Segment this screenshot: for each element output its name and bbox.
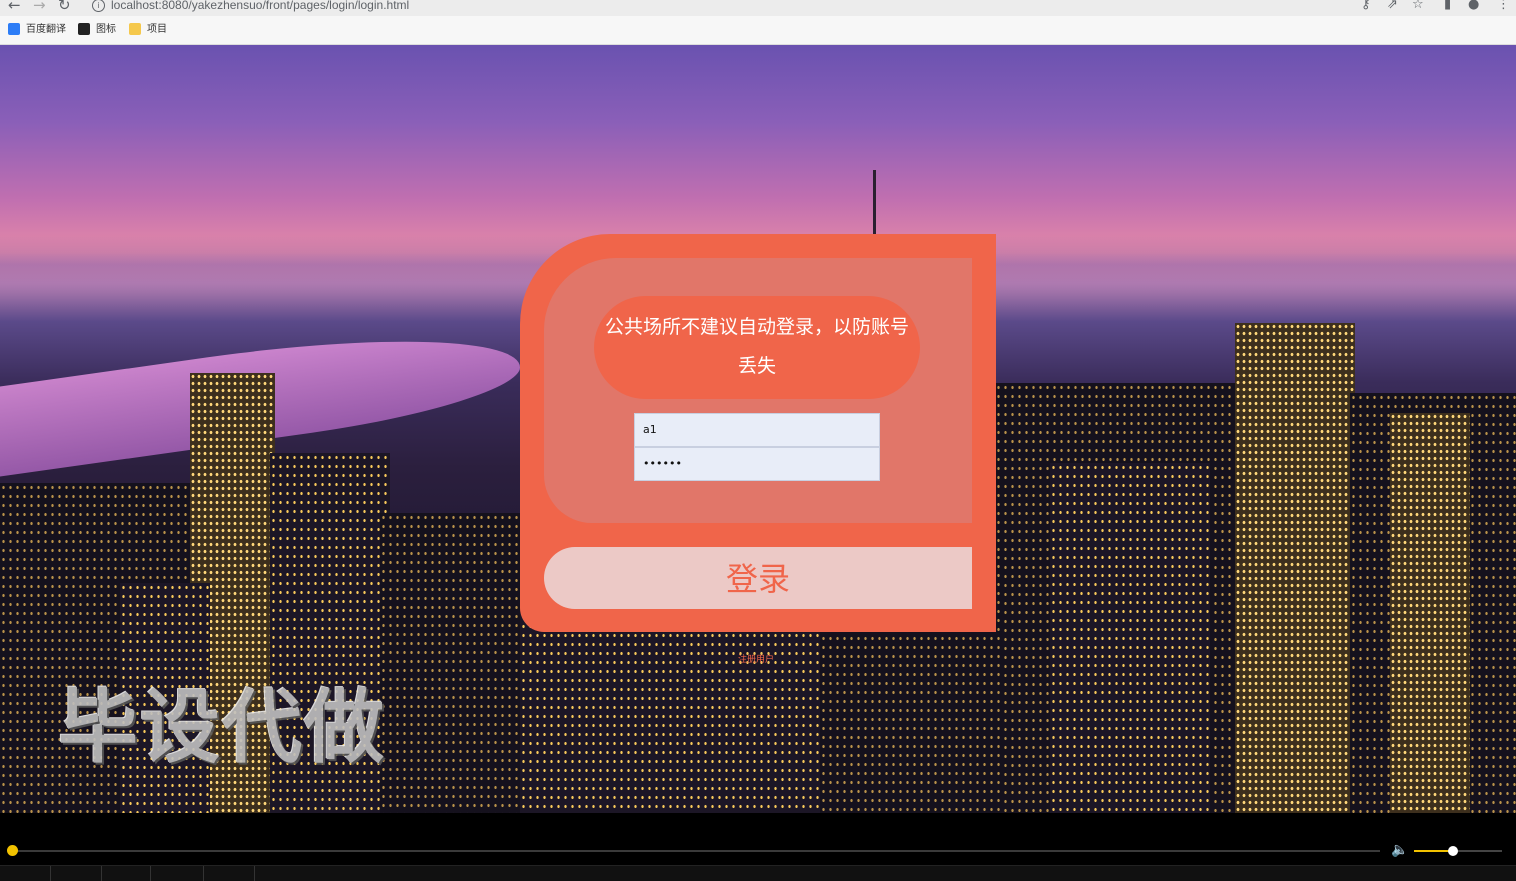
site-info-icon[interactable]: i — [92, 0, 105, 13]
video-player-controls: 🔈 — [0, 813, 1516, 881]
player-button[interactable] — [0, 866, 51, 881]
username-input[interactable]: a1 — [634, 413, 880, 447]
bookmarks-bar: 百度翻译 图标 项目 — [0, 16, 1516, 45]
seek-handle[interactable] — [7, 845, 18, 856]
player-button[interactable] — [204, 866, 255, 881]
login-button[interactable]: 登录 — [544, 547, 972, 609]
register-link[interactable]: 注册用户 — [738, 652, 774, 665]
volume-icon[interactable]: 🔈 — [1391, 842, 1408, 858]
side-panel-icon[interactable]: ▮ — [1444, 0, 1451, 13]
menu-icon[interactable]: ⋮ — [1497, 0, 1510, 13]
player-button[interactable] — [151, 866, 204, 881]
player-button-row — [0, 865, 1516, 881]
volume-handle[interactable] — [1448, 846, 1458, 856]
seek-bar[interactable] — [12, 850, 1380, 852]
city-background: 公共场所不建议自动登录，以防账号丢失 a1 •••••• 登录 注册用户 毕设代… — [0, 45, 1516, 813]
auto-login-notice: 公共场所不建议自动登录，以防账号丢失 — [594, 296, 920, 399]
folder-icon — [129, 23, 141, 35]
password-input[interactable]: •••••• — [634, 447, 880, 481]
forward-arrow-icon[interactable]: → — [33, 0, 46, 13]
login-card: 公共场所不建议自动登录，以防账号丢失 a1 •••••• 登录 — [520, 234, 996, 632]
url-text: localhost:8080/yakezhensuo/front/pages/l… — [111, 0, 410, 12]
player-button[interactable] — [51, 866, 102, 881]
bookmark-projects[interactable]: 项目 — [129, 22, 167, 38]
share-icon[interactable]: ⇗ — [1387, 0, 1398, 13]
image-icon — [78, 23, 90, 35]
bookmark-icons[interactable]: 图标 — [78, 22, 116, 38]
baidu-translate-icon — [8, 23, 20, 35]
back-arrow-icon[interactable]: ← — [8, 0, 21, 13]
bookmark-baidu-translate[interactable]: 百度翻译 — [8, 22, 66, 38]
profile-icon[interactable]: ● — [1468, 0, 1479, 13]
volume-level — [1414, 850, 1449, 852]
browser-toolbar: ← → ↻ i localhost:8080/yakezhensuo/front/… — [0, 0, 1516, 16]
star-icon[interactable]: ☆ — [1412, 0, 1424, 13]
address-bar[interactable]: i localhost:8080/yakezhensuo/front/pages/… — [92, 0, 409, 13]
watermark-text: 毕设代做 — [58, 681, 386, 774]
player-button[interactable] — [102, 866, 151, 881]
key-icon[interactable]: ⚷ — [1361, 0, 1371, 13]
login-button-strip: 登录 — [544, 547, 972, 609]
reload-icon[interactable]: ↻ — [58, 0, 71, 13]
volume-slider[interactable] — [1414, 850, 1502, 852]
